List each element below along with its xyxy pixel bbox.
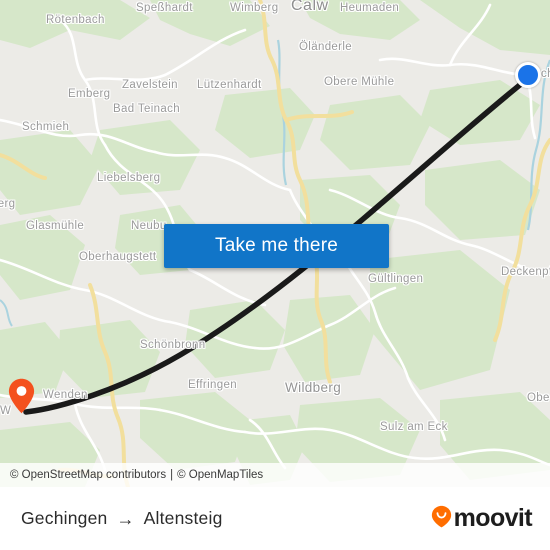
take-me-there-button[interactable]: Take me there: [164, 224, 389, 268]
arrow-right-icon: →: [116, 508, 135, 529]
attribution-osm[interactable]: © OpenStreetMap contributors: [10, 469, 166, 481]
attribution-tiles[interactable]: © OpenMapTiles: [177, 469, 263, 481]
route-origin-label: Gechingen: [21, 508, 108, 528]
moovit-pin-icon: [431, 505, 452, 533]
route-summary: Gechingen → Altensteig: [21, 508, 223, 529]
origin-dot-icon[interactable]: [515, 62, 541, 88]
map-canvas[interactable]: Rötenbach Speßhardt Wimberg Calw Heumaden Ölä…: [0, 0, 550, 487]
attribution-separator: |: [170, 469, 174, 481]
moovit-logo[interactable]: moovit: [431, 504, 533, 533]
moovit-route-card: Rötenbach Speßhardt Wimberg Calw Heumaden Ölä…: [0, 0, 550, 550]
route-destination-label: Altensteig: [143, 508, 223, 528]
map-pin-icon[interactable]: [8, 378, 35, 414]
route-footer: Gechingen → Altensteig moovit: [0, 487, 550, 550]
moovit-wordmark: moovit: [453, 504, 533, 532]
map-attribution: © OpenStreetMap contributors | © OpenMap…: [0, 463, 550, 487]
